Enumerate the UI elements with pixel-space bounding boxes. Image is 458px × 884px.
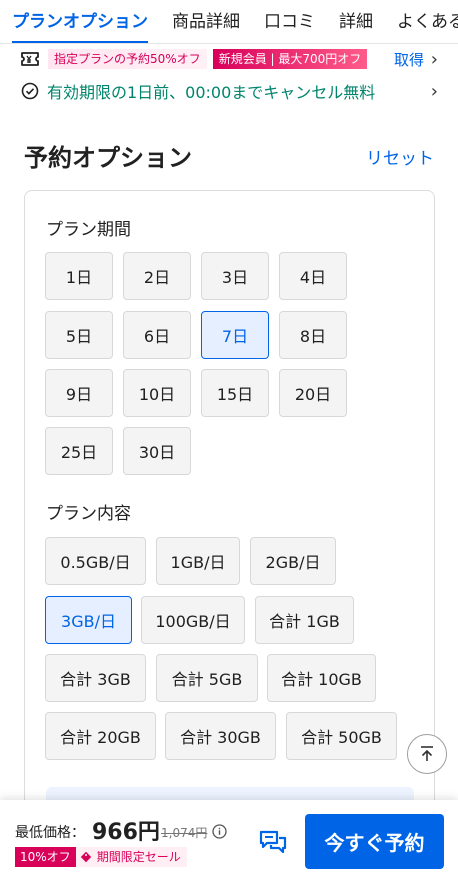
tab-product-details[interactable]: 商品詳細 <box>160 0 252 43</box>
content-option[interactable]: 2GB/日 <box>250 537 336 585</box>
tab-bar: プランオプション 商品詳細 口コミ 詳細 よくある <box>0 0 458 44</box>
period-option[interactable]: 6日 <box>123 311 191 359</box>
reset-button[interactable]: リセット <box>366 144 434 169</box>
period-option[interactable]: 30日 <box>123 427 191 475</box>
coupon-tag: 指定プランの予約50%オフ <box>48 49 207 69</box>
period-option[interactable]: 25日 <box>45 427 113 475</box>
tab-details[interactable]: 詳細 <box>327 0 385 43</box>
content-option-selected[interactable]: 3GB/日 <box>45 596 132 644</box>
limited-sale-tag: 期間限定セール <box>75 847 187 867</box>
info-icon[interactable] <box>212 824 227 839</box>
options-card: プラン期間 1日 2日 3日 4日 5日 6日 7日 8日 9日 10日 15日… <box>24 190 435 884</box>
period-option[interactable]: 20日 <box>279 369 347 417</box>
tab-faq[interactable]: よくある <box>385 0 458 43</box>
new-member-tag: 新規会員 | 最大700円オフ <box>212 49 368 69</box>
period-option[interactable]: 3日 <box>201 252 269 300</box>
coupon-row[interactable]: 指定プランの予約50%オフ 新規会員 | 最大700円オフ 取得 › <box>0 44 458 74</box>
discount-tags: 10%オフ 期間限定セール <box>15 847 187 867</box>
period-option[interactable]: 5日 <box>45 311 113 359</box>
content-option[interactable]: 0.5GB/日 <box>45 537 146 585</box>
price-label: 最低価格： <box>15 825 85 841</box>
booking-bar: 最低価格： 966円 1,074円 10%オフ 期間限定セール 今すぐ予約 <box>0 800 458 884</box>
chevron-right-icon: › <box>430 80 438 102</box>
cancellation-text: 有効期限の1日前、00:00までキャンセル無料 <box>47 83 376 102</box>
chat-icon[interactable] <box>259 830 287 856</box>
content-option[interactable]: 合計 20GB <box>45 712 156 760</box>
ticket-icon <box>21 52 39 66</box>
limited-sale-label: 期間限定セール <box>96 850 181 864</box>
period-option[interactable]: 10日 <box>123 369 191 417</box>
price: 966円 <box>92 820 160 845</box>
section-title: 予約オプション <box>24 144 192 172</box>
period-option[interactable]: 15日 <box>201 369 269 417</box>
tab-reviews[interactable]: 口コミ <box>252 0 327 43</box>
period-option[interactable]: 1日 <box>45 252 113 300</box>
period-option[interactable]: 9日 <box>45 369 113 417</box>
tag-icon <box>80 851 91 863</box>
content-option[interactable]: 合計 5GB <box>156 654 258 702</box>
content-option[interactable]: 合計 10GB <box>267 654 376 702</box>
period-option[interactable]: 4日 <box>279 252 347 300</box>
check-circle-icon <box>21 82 39 100</box>
discount-badge: 10%オフ <box>15 847 76 867</box>
book-now-button[interactable]: 今すぐ予約 <box>305 814 444 869</box>
period-option[interactable]: 8日 <box>279 311 347 359</box>
content-option[interactable]: 合計 50GB <box>286 712 397 760</box>
content-option[interactable]: 合計 30GB <box>165 712 276 760</box>
period-option-selected[interactable]: 7日 <box>201 311 269 359</box>
period-label: プラン期間 <box>46 220 131 240</box>
scroll-to-top-button[interactable] <box>407 734 447 774</box>
content-option[interactable]: 合計 3GB <box>45 654 146 702</box>
content-option[interactable]: 合計 1GB <box>255 596 354 644</box>
content-option[interactable]: 100GB/日 <box>141 596 245 644</box>
tab-plan-options[interactable]: プランオプション <box>0 0 160 43</box>
original-price: 1,074円 <box>161 826 208 840</box>
arrow-up-to-top-icon <box>421 746 433 761</box>
content-label: プラン内容 <box>46 504 131 524</box>
cancellation-row[interactable]: 有効期限の1日前、00:00までキャンセル無料 › <box>0 74 458 108</box>
chevron-right-icon: › <box>430 48 438 70</box>
period-option[interactable]: 2日 <box>123 252 191 300</box>
content-option[interactable]: 1GB/日 <box>156 537 240 585</box>
get-coupon-link[interactable]: 取得 <box>394 49 424 70</box>
